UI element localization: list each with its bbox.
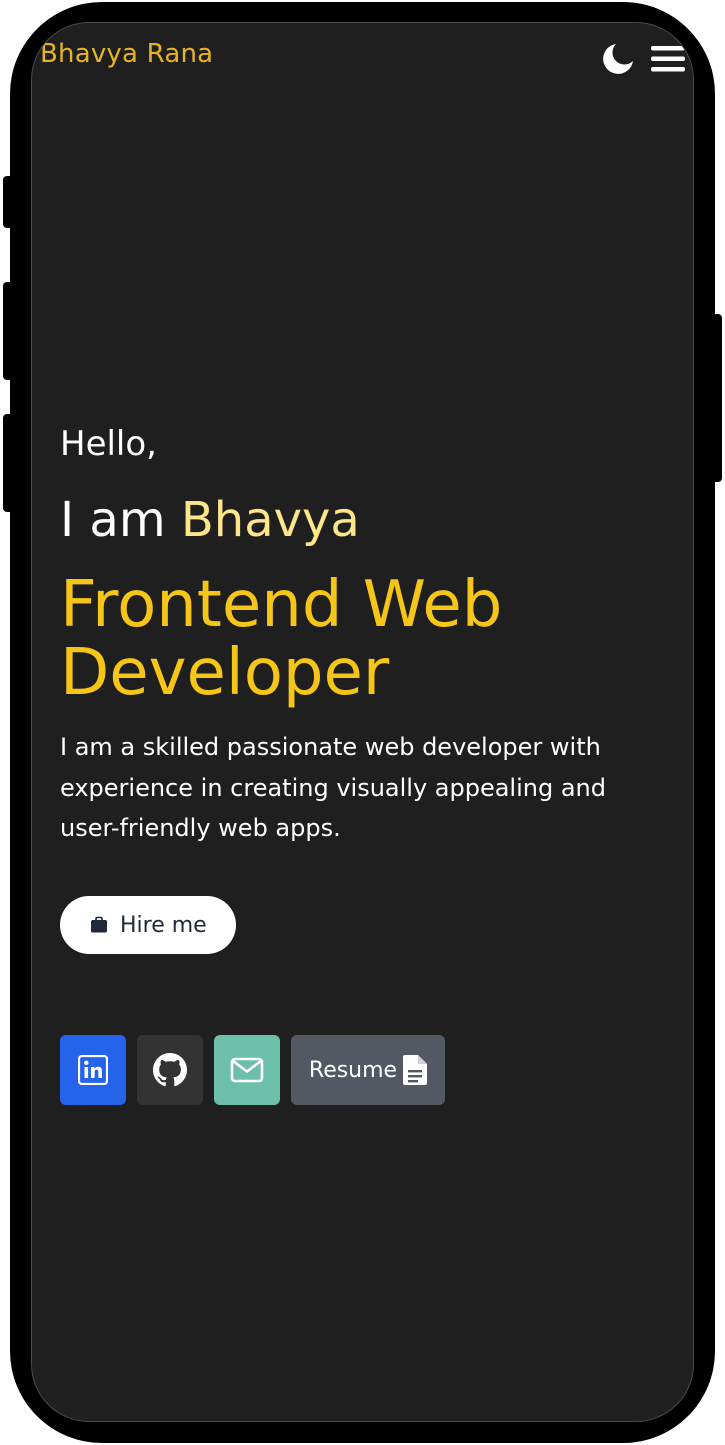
email-button[interactable] — [214, 1035, 280, 1105]
hire-me-button[interactable]: Hire me — [60, 896, 236, 954]
mail-icon — [230, 1057, 264, 1083]
hero-section: Hello, I am Bhavya Frontend Web Develope… — [60, 421, 670, 849]
github-button[interactable] — [137, 1035, 203, 1105]
linkedin-icon — [78, 1055, 108, 1085]
hamburger-menu-icon[interactable] — [651, 43, 685, 75]
hire-me-label: Hire me — [120, 912, 207, 938]
hero-description: I am a skilled passionate web developer … — [60, 733, 606, 842]
resume-label: Resume — [308, 1057, 398, 1083]
intro-name: Bhavya — [180, 492, 360, 548]
navbar: Bhavya Rana — [32, 23, 693, 93]
site-logo[interactable]: Bhavya Rana — [40, 39, 213, 69]
moon-icon[interactable] — [600, 41, 636, 77]
intro-prefix: I am — [60, 492, 181, 548]
role-title: Frontend Web Developer — [60, 568, 503, 710]
linkedin-button[interactable] — [60, 1035, 126, 1105]
greeting-text: Hello, — [60, 424, 157, 464]
github-icon — [153, 1053, 187, 1087]
document-icon — [403, 1055, 428, 1085]
intro-heading: I am Bhavya — [60, 491, 670, 549]
briefcase-icon — [91, 916, 107, 933]
phone-screen: Bhavya Rana Hello, I am Bhavya Frontend … — [31, 22, 694, 1422]
resume-button[interactable]: Resume — [291, 1035, 445, 1105]
